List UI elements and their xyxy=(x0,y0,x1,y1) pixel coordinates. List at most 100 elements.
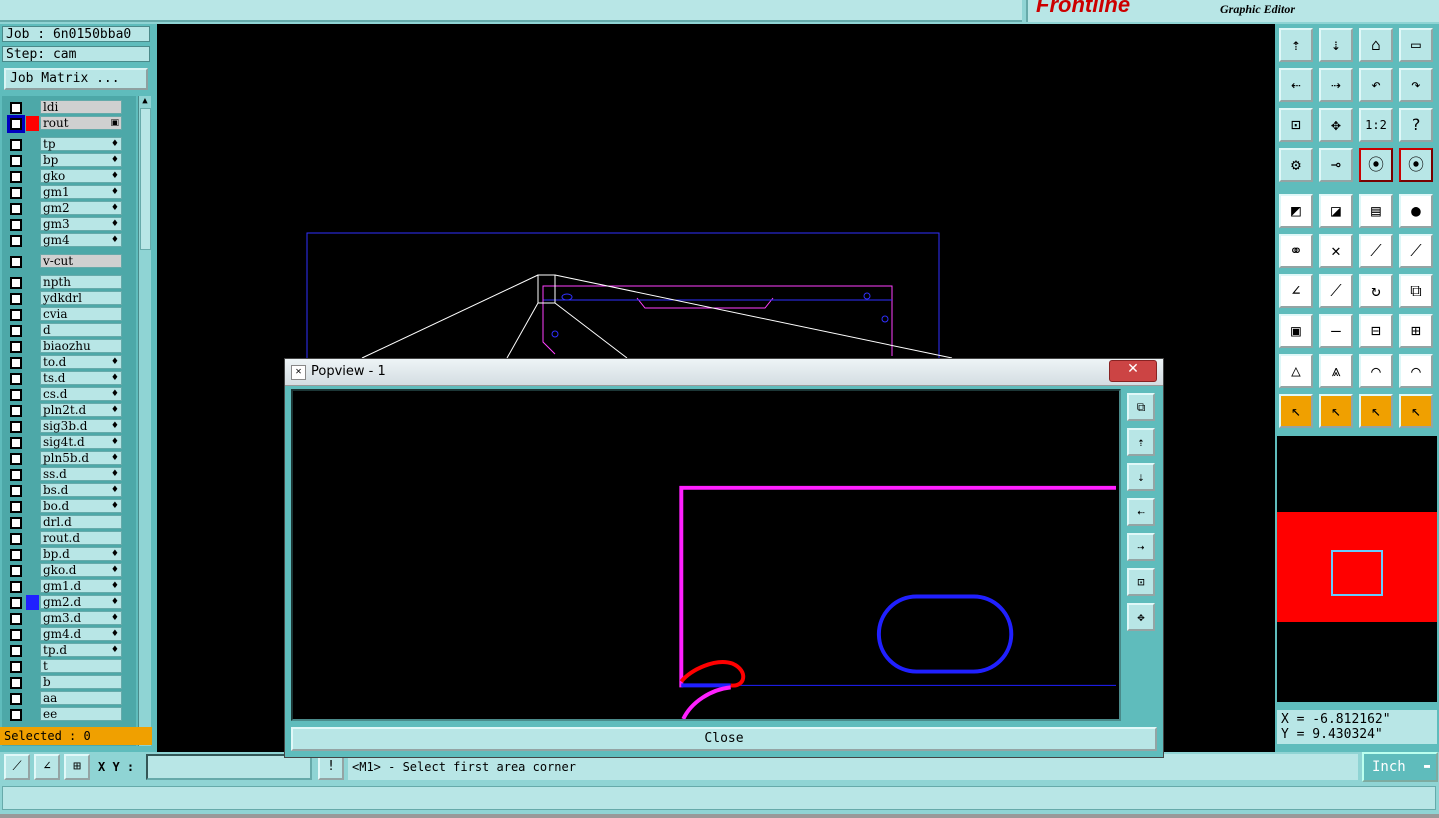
layer-name[interactable]: gko ♦ xyxy=(40,169,122,183)
layer-name[interactable]: d xyxy=(40,323,122,337)
layer-checkbox[interactable] xyxy=(10,102,22,114)
layer-name[interactable]: b xyxy=(40,675,122,689)
scroll-up-icon[interactable]: ▲ xyxy=(139,96,151,106)
slash-icon[interactable]: ⟋ xyxy=(1319,274,1353,308)
layer-row[interactable]: gm4 ♦ xyxy=(2,233,136,248)
layer-row[interactable]: cvia xyxy=(2,307,136,322)
layer-name[interactable]: gko.d ♦ xyxy=(40,563,122,577)
measure-icon[interactable]: ⊸ xyxy=(1319,148,1353,182)
layer-row[interactable]: bp ♦ xyxy=(2,153,136,168)
group-icon[interactable]: ⊞ xyxy=(1399,314,1433,348)
page-up-icon[interactable]: ⇡ xyxy=(1279,28,1313,62)
cross-icon[interactable]: ✕ xyxy=(1319,234,1353,268)
layer-row[interactable]: bo.d ♦ xyxy=(2,499,136,514)
layer-name[interactable]: pln5b.d ♦ xyxy=(40,451,122,465)
layer-name[interactable]: drl.d xyxy=(40,515,122,529)
layer-checkbox[interactable] xyxy=(10,373,22,385)
redo-view-icon[interactable]: ↷ xyxy=(1399,68,1433,102)
layer-row[interactable]: npth xyxy=(2,275,136,290)
layer-checkbox[interactable] xyxy=(10,309,22,321)
layer-row[interactable]: sig4t.d ♦ xyxy=(2,435,136,450)
layer-name[interactable]: sig4t.d ♦ xyxy=(40,435,122,449)
layer-row[interactable]: ldi xyxy=(2,100,136,115)
layer-name[interactable]: biaozhu xyxy=(40,339,122,353)
move-icon[interactable]: ▣ xyxy=(1279,314,1313,348)
layer-row[interactable]: gm1 ♦ xyxy=(2,185,136,200)
layer-scrollbar[interactable]: ▲ ▼ xyxy=(138,96,151,746)
layer-checkbox[interactable] xyxy=(10,613,22,625)
layer-name[interactable]: bp.d ♦ xyxy=(40,547,122,561)
close-button[interactable]: Close xyxy=(291,727,1157,751)
layer-checkbox[interactable] xyxy=(10,677,22,689)
snap2-icon[interactable]: ⦿ xyxy=(1399,148,1433,182)
popview-canvas[interactable] xyxy=(291,389,1121,721)
layer-row[interactable]: gm4.d ♦ xyxy=(2,627,136,642)
layer-name[interactable]: gm2.d ♦ xyxy=(40,595,122,609)
layer-checkbox[interactable] xyxy=(10,581,22,593)
layer-checkbox[interactable] xyxy=(10,533,22,545)
minimap-view-box[interactable] xyxy=(1331,550,1383,596)
layer-name[interactable]: gm1.d ♦ xyxy=(40,579,122,593)
pointer-box-icon[interactable]: ↖ xyxy=(1319,394,1353,428)
layer-checkbox[interactable] xyxy=(10,469,22,481)
home-icon[interactable]: ⌂ xyxy=(1359,28,1393,62)
layer-row[interactable]: cs.d ♦ xyxy=(2,387,136,402)
fit-icon[interactable]: ⊡ xyxy=(1279,108,1313,142)
resize-icon[interactable]: ⊟ xyxy=(1359,314,1393,348)
zoom-icon[interactable]: ✥ xyxy=(1319,108,1353,142)
layer-checkbox[interactable] xyxy=(10,341,22,353)
layer-name[interactable]: aa xyxy=(40,691,122,705)
arch-icon[interactable]: ⌒ xyxy=(1359,354,1393,388)
line-icon[interactable]: ⟋ xyxy=(1359,234,1393,268)
layer-row[interactable]: gko.d ♦ xyxy=(2,563,136,578)
layer-checkbox[interactable] xyxy=(10,325,22,337)
layer-row[interactable]: gm3.d ♦ xyxy=(2,611,136,626)
layer-name[interactable]: gm2 ♦ xyxy=(40,201,122,215)
select-feature-icon[interactable]: ◩ xyxy=(1279,194,1313,228)
pointer-icon[interactable]: ↖ xyxy=(1279,394,1313,428)
popview-page-down-icon[interactable]: ⇣ xyxy=(1127,463,1155,491)
layer-name[interactable]: t xyxy=(40,659,122,673)
layer-name[interactable]: rout.d xyxy=(40,531,122,545)
layer-checkbox[interactable] xyxy=(10,187,22,199)
layer-name[interactable]: tp.d ♦ xyxy=(40,643,122,657)
layer-checkbox[interactable] xyxy=(10,219,22,231)
arch2-icon[interactable]: ⌒ xyxy=(1399,354,1433,388)
minimap[interactable] xyxy=(1277,436,1437,702)
layer-checkbox[interactable] xyxy=(10,549,22,561)
layer-row[interactable]: ss.d ♦ xyxy=(2,467,136,482)
pad-icon[interactable]: ● xyxy=(1399,194,1433,228)
layer-row[interactable]: rout.d xyxy=(2,531,136,546)
layer-row[interactable]: gko ♦ xyxy=(2,169,136,184)
layer-checkbox[interactable] xyxy=(10,235,22,247)
layer-checkbox[interactable] xyxy=(10,645,22,657)
layer-name[interactable]: to.d ♦ xyxy=(40,355,122,369)
layer-name[interactable]: bs.d ♦ xyxy=(40,483,122,497)
layer-row[interactable]: rout ▣ xyxy=(2,115,136,133)
window-icon[interactable]: ▭ xyxy=(1399,28,1433,62)
connect-icon[interactable]: ⚭ xyxy=(1279,234,1313,268)
layer-name[interactable]: ts.d ♦ xyxy=(40,371,122,385)
page-right-icon[interactable]: ⇢ xyxy=(1319,68,1353,102)
layer-checkbox[interactable] xyxy=(10,437,22,449)
layer-name[interactable]: gm4.d ♦ xyxy=(40,627,122,641)
angle-mode-icon[interactable]: ∠ xyxy=(34,754,60,780)
popview-fit-icon[interactable]: ⊡ xyxy=(1127,568,1155,596)
layer-checkbox[interactable] xyxy=(10,171,22,183)
layer-name[interactable]: v-cut xyxy=(40,254,122,268)
layer-name[interactable]: ee xyxy=(40,707,122,721)
layer-name[interactable]: npth xyxy=(40,275,122,289)
mirror-icon[interactable]: ⧉ xyxy=(1399,274,1433,308)
layer-checkbox[interactable] xyxy=(10,277,22,289)
draw-icon[interactable]: ◪ xyxy=(1319,194,1353,228)
layer-row[interactable]: ts.d ♦ xyxy=(2,371,136,386)
layer-row[interactable]: gm2 ♦ xyxy=(2,201,136,216)
up-arrow-icon[interactable]: ⩓ xyxy=(1319,354,1353,388)
layer-checkbox[interactable] xyxy=(10,453,22,465)
layer-row[interactable]: t xyxy=(2,659,136,674)
layer-checkbox[interactable] xyxy=(10,357,22,369)
layer-name[interactable]: ss.d ♦ xyxy=(40,467,122,481)
popview-center-icon[interactable]: ✥ xyxy=(1127,603,1155,631)
layer-row[interactable]: v-cut xyxy=(2,254,136,269)
layer-checkbox[interactable] xyxy=(10,517,22,529)
